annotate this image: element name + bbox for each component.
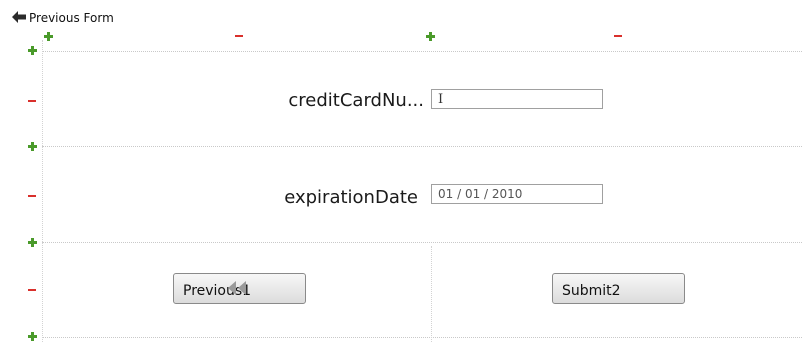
add-column-button[interactable] (44, 32, 54, 42)
credit-card-number-label: creditCardNu... (288, 90, 424, 111)
text-cursor-icon: I (438, 91, 444, 107)
grid-line (42, 146, 802, 147)
grid-line (42, 337, 802, 338)
credit-card-number-input[interactable]: I (431, 89, 603, 109)
remove-column-button[interactable] (235, 32, 245, 42)
add-row-button[interactable] (28, 46, 38, 56)
previous-form-link[interactable]: Previous Form (12, 8, 114, 27)
submit-button[interactable]: Submit2 (552, 273, 685, 304)
add-row-button[interactable] (28, 142, 38, 152)
submit-button-label: Submit2 (562, 283, 621, 299)
expiration-date-label: expirationDate (284, 187, 418, 208)
grid-line (42, 51, 802, 52)
grid-line (42, 40, 43, 342)
remove-column-button[interactable] (614, 32, 624, 42)
grid-line (42, 242, 802, 243)
expiration-date-input[interactable]: 01 / 01 / 2010 (431, 184, 603, 204)
add-row-button[interactable] (28, 238, 38, 248)
remove-row-button[interactable] (28, 192, 38, 202)
add-column-button[interactable] (426, 32, 436, 42)
previous-button[interactable]: Previous1 (173, 273, 306, 304)
rewind-icon (224, 281, 248, 299)
add-row-button[interactable] (28, 332, 38, 342)
expiration-date-value: 01 / 01 / 2010 (438, 187, 523, 201)
remove-row-button[interactable] (28, 97, 38, 107)
previous-form-label: Previous Form (29, 10, 114, 25)
grid-line (431, 246, 432, 342)
arrow-left-icon (12, 8, 26, 27)
remove-row-button[interactable] (28, 286, 38, 296)
